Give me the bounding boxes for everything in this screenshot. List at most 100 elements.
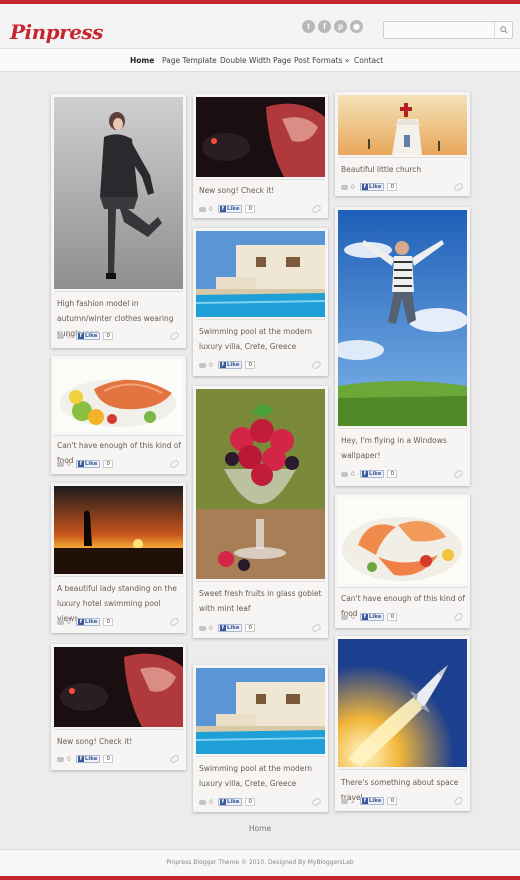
post-card[interactable]: Can't have enough of this kind of food 0… bbox=[51, 356, 186, 474]
post-caption[interactable]: Swimming pool at the modern luxury villa… bbox=[199, 324, 323, 354]
nav-post-formats[interactable]: Post Formats » bbox=[294, 56, 349, 65]
post-meta: 0 f Like 0 bbox=[199, 359, 323, 371]
post-card[interactable]: Can't have enough of this kind of food 0… bbox=[335, 494, 470, 628]
main-nav: Home Page Template Double Width Page Pos… bbox=[0, 48, 520, 72]
comment-count[interactable]: 0 bbox=[67, 619, 71, 626]
salmon-dish-image[interactable] bbox=[54, 359, 183, 433]
home-link[interactable]: Home bbox=[0, 824, 520, 833]
facebook-icon[interactable]: f bbox=[318, 20, 331, 33]
comment-icon bbox=[57, 461, 64, 467]
post-card[interactable]: Swimming pool at the modern luxury villa… bbox=[193, 665, 328, 812]
facebook-like-button[interactable]: f Like bbox=[217, 205, 243, 213]
link-icon[interactable] bbox=[311, 359, 322, 371]
post-caption[interactable]: Swimming pool at the modern luxury villa… bbox=[199, 761, 323, 791]
comment-icon bbox=[57, 333, 64, 339]
comment-icon bbox=[57, 619, 64, 625]
nav-contact[interactable]: Contact bbox=[354, 56, 383, 65]
post-caption[interactable]: Sweet fresh fruits in glass goblet with … bbox=[199, 586, 323, 616]
post-caption[interactable]: Hey, I'm flying in a Windows wallpaper! bbox=[341, 433, 465, 463]
comment-count[interactable]: 2 bbox=[351, 798, 355, 805]
post-card[interactable]: Swimming pool at the modern luxury villa… bbox=[193, 228, 328, 376]
link-icon[interactable] bbox=[169, 753, 180, 765]
divider bbox=[54, 435, 183, 436]
facebook-like-button[interactable]: f Like bbox=[75, 755, 101, 763]
comment-count[interactable]: 0 bbox=[351, 471, 355, 478]
post-card[interactable]: Hey, I'm flying in a Windows wallpaper! … bbox=[335, 207, 470, 486]
footer-credits: Pinpress Blogger Theme © 2010. Designed … bbox=[0, 849, 520, 877]
fashion-model-image[interactable] bbox=[54, 97, 183, 289]
comment-count[interactable]: 0 bbox=[67, 461, 71, 468]
search-input[interactable] bbox=[384, 22, 494, 38]
post-caption[interactable]: New song! Check it! bbox=[199, 183, 323, 198]
post-meta: 0 f Like 0 bbox=[199, 203, 323, 215]
villa-pool-image[interactable] bbox=[196, 231, 325, 317]
link-icon[interactable] bbox=[311, 203, 322, 215]
divider bbox=[196, 581, 325, 582]
divider bbox=[196, 756, 325, 757]
link-icon[interactable] bbox=[453, 611, 464, 623]
facebook-like-button[interactable]: f Like bbox=[75, 332, 101, 340]
post-card[interactable]: High fashion model in autumn/winter clot… bbox=[51, 94, 186, 348]
link-icon[interactable] bbox=[453, 468, 464, 480]
post-card[interactable]: There's something about space travel 2 f… bbox=[335, 636, 470, 811]
berries-goblet-image[interactable] bbox=[196, 389, 325, 579]
rocket-launch-image[interactable] bbox=[338, 639, 467, 767]
link-icon[interactable] bbox=[169, 458, 180, 470]
nav-double-width-page[interactable]: Double Width Page bbox=[220, 56, 291, 65]
link-icon[interactable] bbox=[311, 622, 322, 634]
comment-count[interactable]: 0 bbox=[209, 362, 213, 369]
post-card[interactable]: Beautiful little church 0 f Like 0 bbox=[335, 92, 470, 196]
link-icon[interactable] bbox=[169, 330, 180, 342]
comment-count[interactable]: 0 bbox=[209, 799, 213, 806]
dj-turntable-image[interactable] bbox=[196, 97, 325, 177]
comment-count[interactable]: 0 bbox=[351, 184, 355, 191]
jumping-man-image[interactable] bbox=[338, 210, 467, 426]
facebook-like-button[interactable]: f Like bbox=[75, 618, 101, 626]
facebook-like-button[interactable]: f Like bbox=[217, 798, 243, 806]
comment-count[interactable]: 0 bbox=[209, 625, 213, 632]
link-icon[interactable] bbox=[169, 616, 180, 628]
like-count: 0 bbox=[245, 798, 255, 806]
facebook-like-button[interactable]: f Like bbox=[359, 183, 385, 191]
nav-home[interactable]: Home bbox=[130, 56, 154, 65]
bottom-accent-bar bbox=[0, 876, 520, 880]
comment-icon bbox=[199, 362, 206, 368]
pinterest-icon[interactable]: p bbox=[334, 20, 347, 33]
post-card[interactable]: New song! Check it! 0 f Like 0 bbox=[193, 94, 328, 218]
twitter-icon[interactable]: t bbox=[302, 20, 315, 33]
facebook-like-button[interactable]: f Like bbox=[359, 613, 385, 621]
villa-pool-image[interactable] bbox=[196, 668, 325, 754]
post-meta: 2 f Like 0 bbox=[341, 795, 465, 807]
dj-turntable-image[interactable] bbox=[54, 647, 183, 727]
site-logo[interactable]: Pinpress bbox=[10, 20, 103, 44]
comment-count[interactable]: 0 bbox=[209, 206, 213, 213]
post-meta: 0 f Like 0 bbox=[57, 616, 181, 628]
post-card[interactable]: New song! Check it! 0 f Like 0 bbox=[51, 644, 186, 770]
like-count: 0 bbox=[387, 797, 397, 805]
like-count: 0 bbox=[245, 624, 255, 632]
post-card[interactable]: Sweet fresh fruits in glass goblet with … bbox=[193, 386, 328, 638]
facebook-like-button[interactable]: f Like bbox=[359, 797, 385, 805]
search-button[interactable] bbox=[494, 22, 512, 38]
post-caption[interactable]: Beautiful little church bbox=[341, 162, 465, 177]
post-card[interactable]: A beautiful lady standing on the luxury … bbox=[51, 483, 186, 633]
shrimp-dish-image[interactable] bbox=[338, 497, 467, 585]
divider bbox=[196, 179, 325, 180]
comment-count[interactable]: 0 bbox=[67, 756, 71, 763]
white-church-image[interactable] bbox=[338, 95, 467, 155]
facebook-like-button[interactable]: f Like bbox=[359, 470, 385, 478]
facebook-like-button[interactable]: f Like bbox=[217, 361, 243, 369]
facebook-like-button[interactable]: f Like bbox=[75, 460, 101, 468]
link-icon[interactable] bbox=[453, 181, 464, 193]
link-icon[interactable] bbox=[453, 795, 464, 807]
like-count: 0 bbox=[103, 755, 113, 763]
comment-count[interactable]: 0 bbox=[67, 333, 71, 340]
sunset-lady-image[interactable] bbox=[54, 486, 183, 574]
rss-icon[interactable]: ◉ bbox=[350, 20, 363, 33]
post-caption[interactable]: New song! Check it! bbox=[57, 734, 181, 749]
link-icon[interactable] bbox=[311, 796, 322, 808]
facebook-like-button[interactable]: f Like bbox=[217, 624, 243, 632]
comment-icon bbox=[199, 799, 206, 805]
comment-count[interactable]: 0 bbox=[351, 614, 355, 621]
nav-page-template[interactable]: Page Template bbox=[162, 56, 217, 65]
